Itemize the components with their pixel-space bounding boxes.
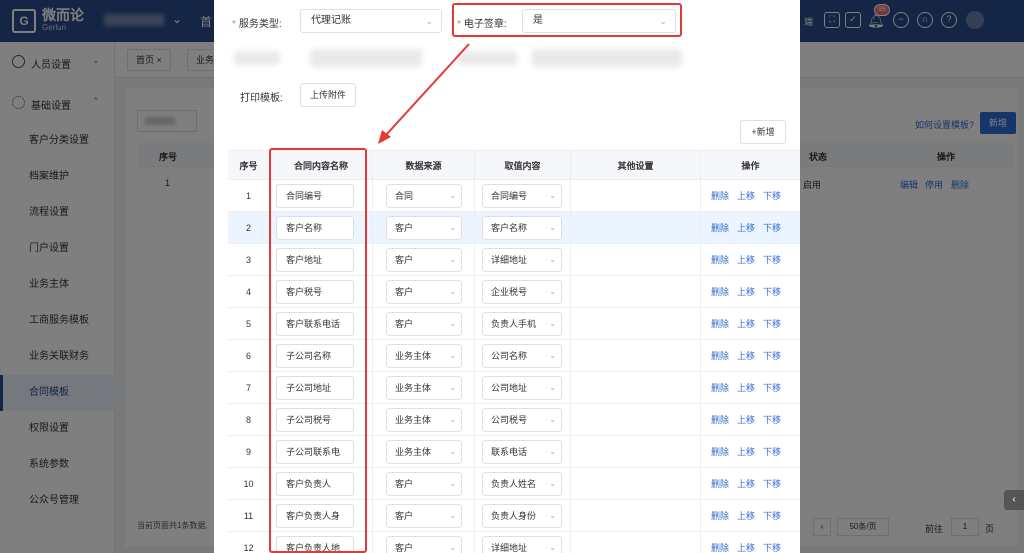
arrow-line bbox=[385, 43, 470, 136]
chevron-left-icon[interactable]: ‹ bbox=[1004, 490, 1024, 510]
annotation-arrow bbox=[378, 43, 470, 144]
contract-template-dialog: * 服务类型: 代理记账 ⌄ * 电子签章: 是 ⌄ 打印模板: 上传附件 +新增 … bbox=[214, 0, 800, 553]
